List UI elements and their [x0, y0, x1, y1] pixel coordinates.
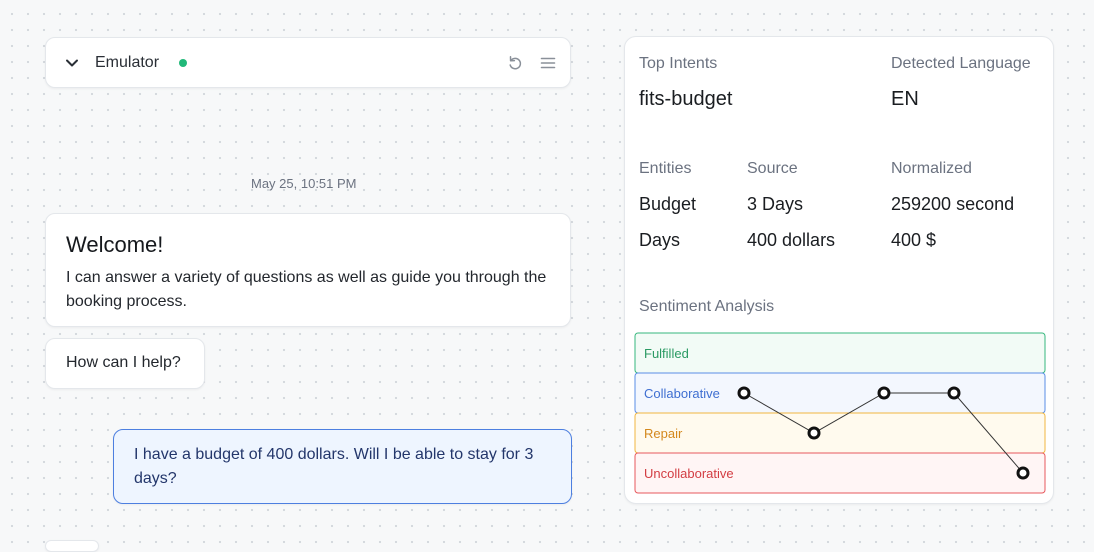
entity-normalized: 259200 second — [891, 194, 1015, 214]
entity-normalized: 400 $ — [891, 230, 937, 250]
emulator-header: Emulator — [45, 37, 571, 88]
welcome-title: Welcome! — [66, 232, 164, 257]
sentiment-point — [737, 386, 751, 400]
sentiment-band-repair — [634, 412, 1046, 454]
sentiment-band-label: Fulfilled — [644, 346, 689, 361]
entity-source: 400 dollars — [747, 230, 836, 250]
detected-language-value: EN — [891, 88, 919, 110]
sentiment-band-label: Uncollaborative — [644, 466, 734, 481]
welcome-body: I can answer a variety of questions as w… — [66, 269, 547, 310]
user-message: I have a budget of 400 dollars. Will I b… — [113, 429, 572, 504]
bot-welcome-message: Welcome! I can answer a variety of quest… — [45, 213, 571, 327]
message-timestamp: May 25, 10:51 PM — [251, 176, 357, 191]
sentiment-point — [1016, 466, 1030, 480]
sentiment-analysis-label: Sentiment Analysis — [639, 298, 775, 315]
top-intents-label: Top Intents — [639, 55, 718, 72]
sentiment-band-fulfilled — [634, 332, 1046, 374]
entity-name: Budget — [639, 194, 697, 214]
nlu-analysis-panel: Top Intents fits-budget Detected Languag… — [624, 36, 1054, 504]
sentiment-point — [807, 426, 821, 440]
menu-icon[interactable] — [539, 54, 557, 72]
sentiment-band-label: Repair — [644, 426, 683, 441]
sentiment-point — [877, 386, 891, 400]
sentiment-band-label: Collaborative — [644, 386, 720, 401]
emulator-title: Emulator — [95, 54, 160, 71]
bot-help-message: How can I help? — [45, 338, 205, 389]
partial-message-bubble — [45, 540, 99, 552]
top-intent-value: fits-budget — [639, 88, 733, 110]
undo-icon[interactable] — [506, 54, 524, 72]
chevron-down-icon[interactable] — [64, 55, 80, 71]
entities-header: Entities — [639, 160, 692, 177]
normalized-header: Normalized — [891, 160, 972, 177]
entity-name: Days — [639, 230, 681, 250]
status-indicator — [179, 59, 187, 67]
entity-source: 3 Days — [747, 194, 804, 214]
source-header: Source — [747, 160, 798, 177]
sentiment-point — [947, 386, 961, 400]
sentiment-chart: Fulfilled Collaborative Repair Uncollaborat… — [634, 332, 1046, 494]
detected-language-label: Detected Language — [891, 55, 1031, 72]
